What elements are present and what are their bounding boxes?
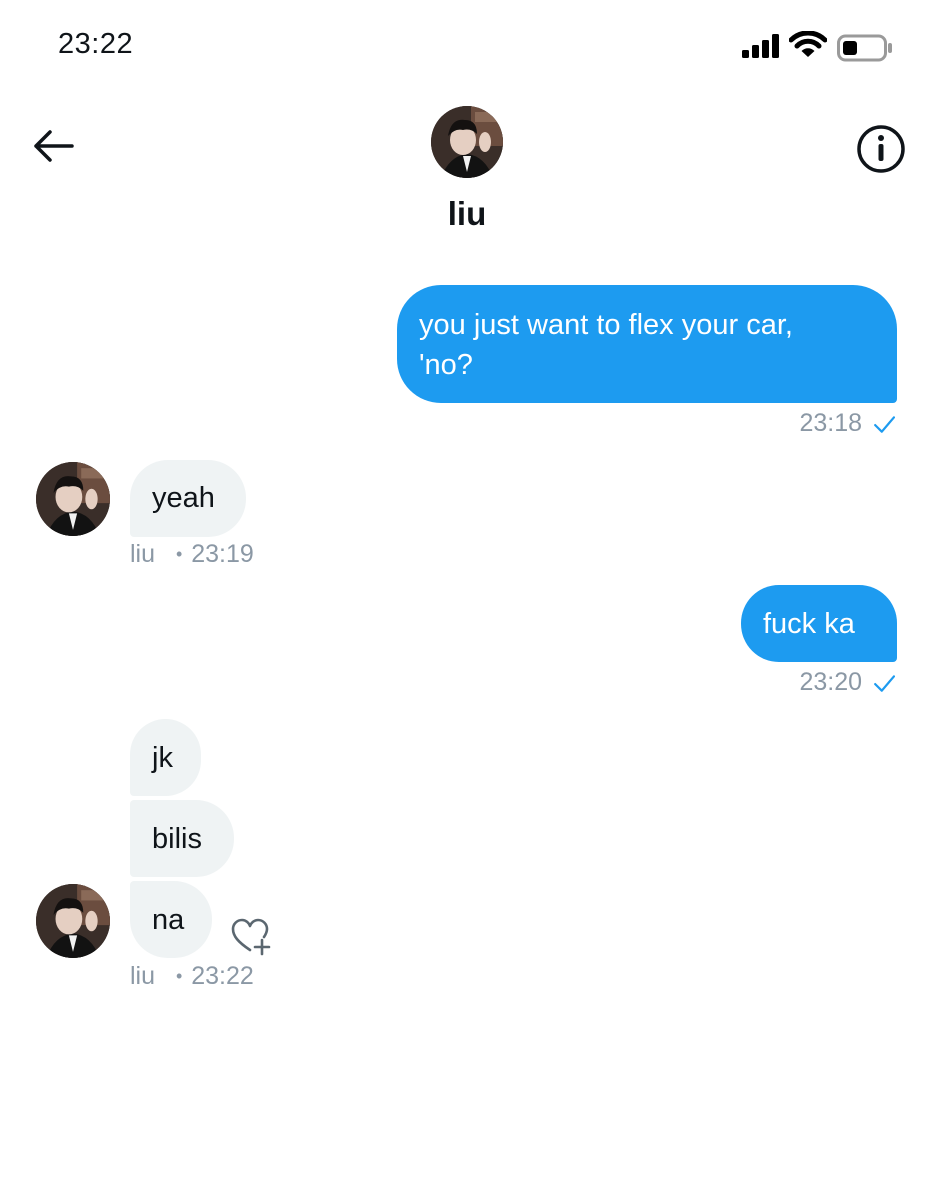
incoming-message-bubble[interactable]: na [130,881,212,958]
heart-plus-icon [231,918,271,956]
message-timestamp: 23:18 [799,409,863,437]
message-meta: 23:18 [760,409,895,438]
meta-separator: • [175,544,183,564]
message-timestamp: 23:20 [799,668,863,696]
conversation-title: liu [447,195,487,232]
message-meta: 23:20 [760,668,895,697]
sender-name: liu [130,540,156,568]
message-text: fuck ka [763,608,855,640]
sender-avatar[interactable] [36,462,110,536]
incoming-message-bubble[interactable]: bilis [130,800,234,877]
message-text: na [152,904,185,936]
sender-name: liu [130,962,156,990]
message-meta: liu • 23:22 [130,962,254,991]
arrow-left-icon [34,130,74,162]
status-bar-time: 23:22 [58,28,134,60]
message-text: jk [152,742,173,774]
battery-icon [837,34,892,62]
message-text: yeah [152,482,215,514]
message-timestamp: 23:19 [191,540,254,568]
back-button[interactable] [28,120,82,174]
outgoing-message-bubble[interactable]: fuck ka [741,585,897,662]
message-text: bilis [152,823,202,855]
message-meta: liu • 23:19 [130,540,254,569]
wifi-icon [789,31,827,57]
header-avatar[interactable] [431,106,503,178]
checkmark-icon [874,675,895,692]
add-reaction-button[interactable] [230,916,272,956]
info-icon [857,125,905,173]
message-text-line: 'no? [419,349,473,381]
message-timestamp: 23:22 [191,962,254,990]
incoming-message-bubble[interactable]: jk [130,719,201,796]
sender-avatar[interactable] [36,884,110,958]
message-text-line: you just want to flex your car, [419,309,793,341]
incoming-message-bubble[interactable]: yeah [130,460,246,537]
info-button[interactable] [852,120,910,178]
cellular-signal-icon [742,34,779,58]
outgoing-message-bubble[interactable]: you just want to flex your car, 'no? [397,285,897,403]
checkmark-icon [874,416,895,433]
meta-separator: • [175,966,183,986]
